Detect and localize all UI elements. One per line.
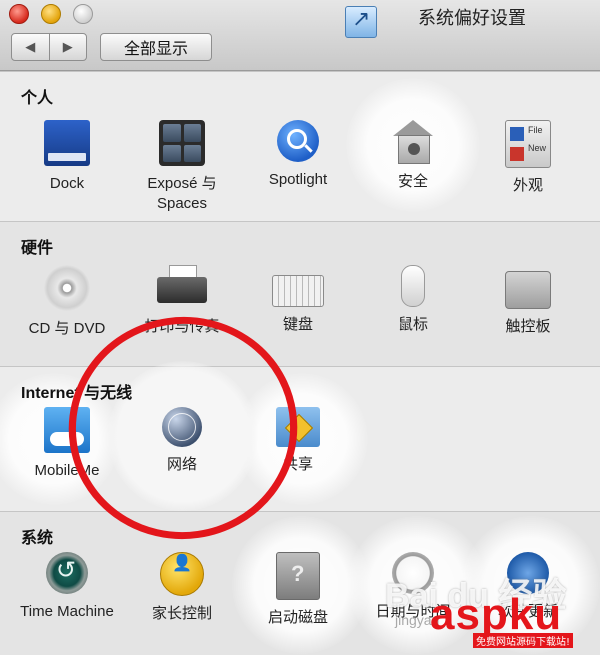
back-button[interactable]: ◀ <box>12 34 49 60</box>
pref-label: 外观 <box>512 177 543 194</box>
pref-keyboard[interactable]: 键盘 <box>238 265 358 335</box>
pref-label: 打印与传真 <box>144 318 220 335</box>
pref-sharing[interactable]: 共享 <box>238 407 358 475</box>
pref-spotlight[interactable]: Spotlight <box>238 120 358 190</box>
security-icon <box>393 120 433 164</box>
minimize-window-button[interactable] <box>41 4 61 24</box>
pref-label: 键盘 <box>282 316 313 333</box>
pref-security[interactable]: 安全 <box>353 120 473 192</box>
time-machine-icon <box>46 552 88 594</box>
pref-dock[interactable]: Dock <box>7 120 127 194</box>
section-hardware: 硬件 CD 与 DVD 打印与传真 键盘 鼠标 触控板 <box>0 221 600 367</box>
zoom-window-button[interactable] <box>73 4 93 24</box>
parental-controls-icon <box>160 552 204 596</box>
pref-label: 触控板 <box>505 318 551 335</box>
pref-expose-spaces[interactable]: Exposé 与 Spaces <box>122 120 242 214</box>
section-internet-wireless: Internet 与无线 MobileMe 网络 共享 <box>0 361 600 512</box>
mouse-icon <box>401 265 425 307</box>
close-window-button[interactable] <box>9 4 29 24</box>
system-preferences-app-icon <box>345 6 377 38</box>
expose-spaces-icon <box>159 120 205 166</box>
pref-mouse[interactable]: 鼠标 <box>353 265 473 335</box>
dock-icon <box>44 120 90 166</box>
pref-label: 共享 <box>282 456 313 473</box>
pref-appearance[interactable]: File New 外观 <box>468 120 588 196</box>
pref-mobileme[interactable]: MobileMe <box>7 407 127 481</box>
pref-label: 家长控制 <box>151 605 212 622</box>
network-icon <box>162 407 202 447</box>
trackpad-icon <box>505 271 551 309</box>
pref-label: Spotlight <box>268 171 328 188</box>
pref-parental-controls[interactable]: 家长控制 <box>122 552 242 624</box>
pref-cd-dvd[interactable]: CD 与 DVD <box>7 265 127 339</box>
keyboard-icon <box>272 275 324 307</box>
pref-label: 网络 <box>166 456 197 473</box>
appearance-icon-text: New <box>528 143 547 153</box>
pref-startup-disk[interactable]: 启动磁盘 <box>238 552 358 628</box>
pref-trackpad[interactable]: 触控板 <box>468 265 588 337</box>
spotlight-icon <box>277 120 319 162</box>
pref-label: CD 与 DVD <box>28 320 106 337</box>
printer-icon <box>157 265 207 309</box>
section-title-hardware: 硬件 <box>21 240 54 257</box>
section-personal: 个人 Dock Exposé 与 Spaces Spotlight 安全 Fil… <box>0 71 600 222</box>
show-all-button[interactable]: 全部显示 <box>100 33 212 61</box>
sharing-icon <box>276 407 320 447</box>
back-forward-buttons: ◀ ▶ <box>11 33 87 61</box>
pref-network[interactable]: 网络 <box>122 407 242 475</box>
section-title-internet-wireless: Internet 与无线 <box>21 385 133 402</box>
system-preferences-window: 系统偏好设置 ◀ ▶ 全部显示 个人 Dock Exposé 与 Spaces … <box>0 0 600 655</box>
mobileme-icon <box>44 407 90 453</box>
section-title-personal: 个人 <box>21 90 54 107</box>
pref-label: Time Machine <box>20 603 114 620</box>
appearance-icon-text: File <box>528 125 543 135</box>
pref-label: 鼠标 <box>397 316 428 333</box>
pref-label: Dock <box>49 175 85 192</box>
window-title: 系统偏好设置 <box>418 8 526 28</box>
appearance-icon: File New <box>505 120 551 168</box>
pref-label: 安全 <box>397 173 428 190</box>
pref-print-fax[interactable]: 打印与传真 <box>122 265 242 337</box>
startup-disk-icon <box>276 552 320 600</box>
pref-label: 启动磁盘 <box>267 609 328 626</box>
pref-time-machine[interactable]: Time Machine <box>7 552 127 622</box>
title-bar: 系统偏好设置 ◀ ▶ 全部显示 <box>0 0 600 71</box>
aspku-watermark-subtitle: 免费网站源码下载站! <box>473 633 574 648</box>
section-title-system: 系统 <box>21 530 54 547</box>
forward-button[interactable]: ▶ <box>48 34 87 60</box>
pref-label: Exposé 与 Spaces <box>147 175 217 212</box>
pref-label: MobileMe <box>34 462 100 479</box>
cd-dvd-icon <box>44 265 90 311</box>
